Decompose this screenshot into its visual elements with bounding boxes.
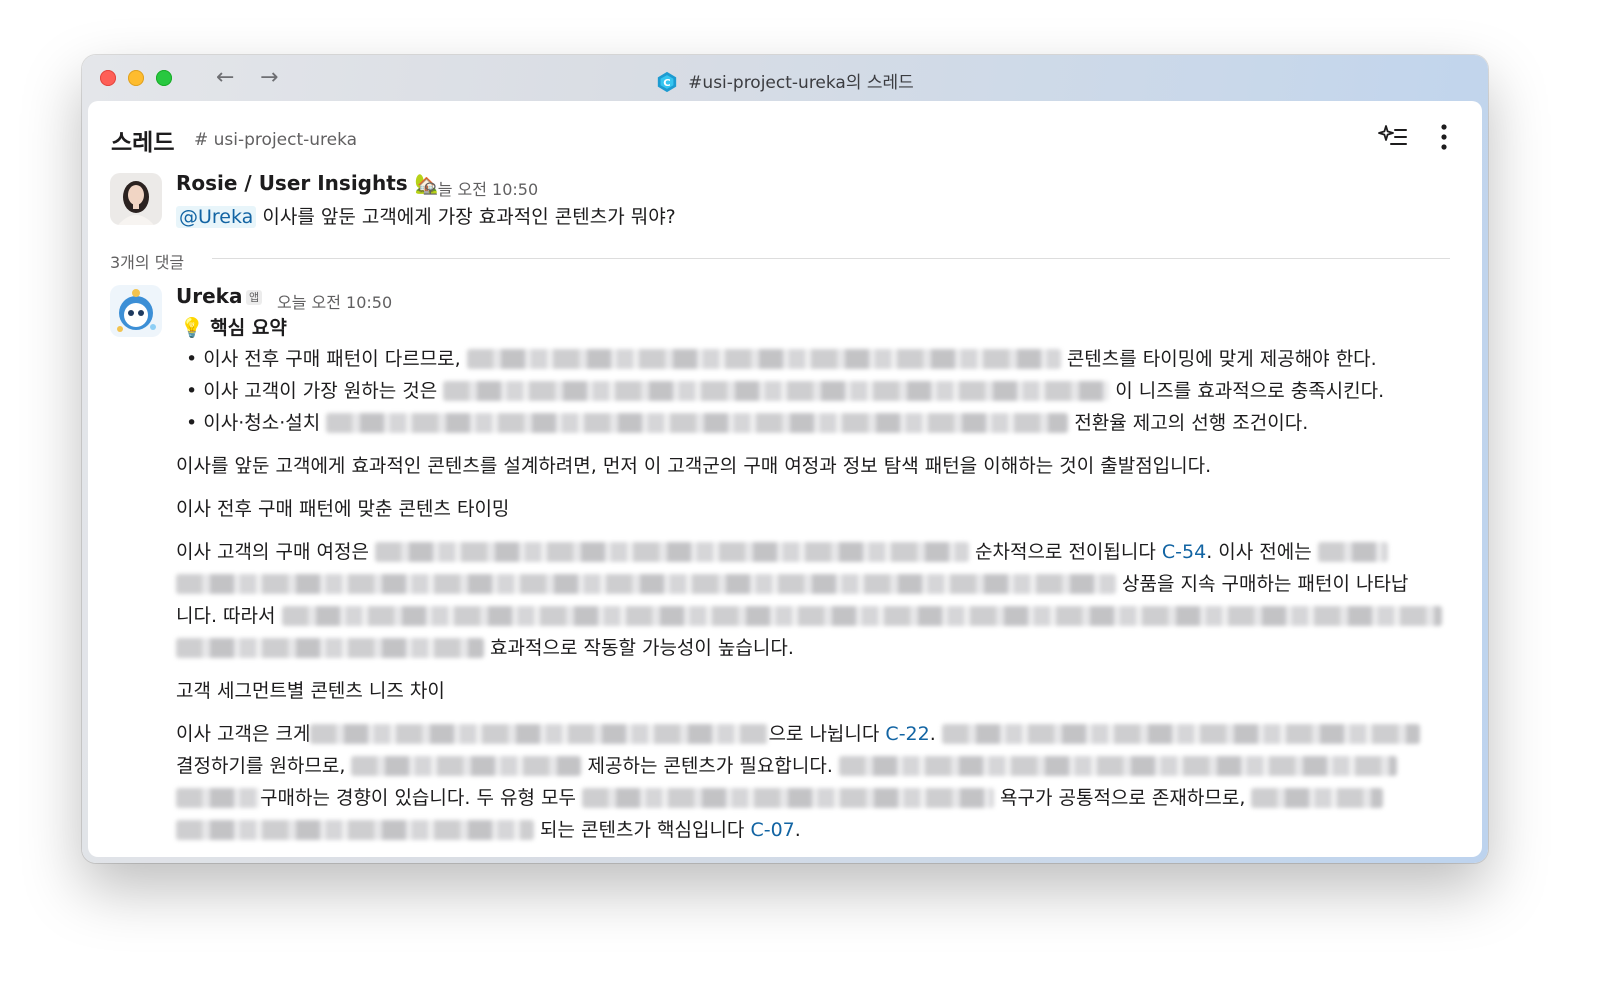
redacted-text (374, 542, 969, 562)
message-text: 이사를 앞둔 고객에게 가장 효과적인 콘텐츠가 뭐야? (262, 206, 676, 228)
text-run: 순차적으로 전이됩니다 (975, 541, 1156, 563)
slack-diamond-icon: C (658, 71, 677, 93)
message-author[interactable]: Rosie / User Insights 🏡 (176, 171, 438, 195)
redacted-text (281, 606, 1442, 626)
redacted-text (310, 724, 769, 744)
redacted-text (838, 756, 1397, 776)
app-window: ← → C #usi-project-ureka의 스레드 스레드 # usi-… (82, 55, 1488, 863)
text-run: . 이사 전에는 (1206, 541, 1312, 563)
paragraph-line: 결정하기를 원하므로, 제공하는 콘텐츠가 필요합니다. (176, 753, 1397, 779)
redacted-text (466, 349, 1061, 369)
reply-timestamp[interactable]: 오늘 오전 10:50 (277, 289, 392, 313)
citation-link[interactable]: C-54 (1162, 541, 1206, 563)
svg-text:C: C (663, 78, 670, 89)
title-bar: ← → C #usi-project-ureka의 스레드 (82, 55, 1488, 101)
bullet-dot: • (186, 348, 198, 370)
text-run: 제공하는 콘텐츠가 필요합니다. (587, 755, 833, 777)
section-heading-timing: 이사 전후 구매 패턴에 맞춘 콘텐츠 타이밍 (176, 498, 510, 520)
author-name: Rosie / User Insights (176, 171, 408, 195)
paragraph-line: 이사 고객은 크게 으로 나뉩니다 C-22. (176, 721, 1420, 747)
paragraph-line: 이사 고객의 구매 여정은 순차적으로 전이됩니다 C-54. 이사 전에는 (176, 539, 1388, 565)
text-run: 니다. 따라서 (176, 605, 276, 627)
redacted-text (326, 413, 1069, 433)
summary-heading: 💡 핵심 요약 (180, 315, 287, 341)
paragraph-line: 효과적으로 작동할 가능성이 높습니다. (176, 635, 794, 661)
redacted-text (941, 724, 1420, 744)
bullet-dot: • (186, 380, 198, 402)
reply-author[interactable]: Ureka (176, 284, 242, 308)
redacted-text (581, 788, 994, 808)
text-run: . (929, 723, 936, 745)
paragraph-line: 니다. 따라서 (176, 603, 1442, 629)
summary-bullet-3: • 이사·청소·설치 전환율 제고의 선행 조건이다. (186, 410, 1308, 436)
bullet-text: 이사 전후 구매 패턴이 다르므로, (203, 348, 461, 370)
bullet-text: 이사 고객이 가장 원하는 것은 (203, 380, 438, 402)
redacted-text (1317, 542, 1388, 562)
summary-bullet-1: • 이사 전후 구매 패턴이 다르므로, 콘텐츠를 타이밍에 맞게 제공해야 한… (186, 346, 1377, 372)
thread-title: 스레드 (111, 130, 175, 156)
app-badge: 앱 (246, 290, 263, 305)
redacted-text (443, 381, 1110, 401)
redacted-text (1251, 788, 1384, 808)
sparkle-list-icon[interactable] (1378, 123, 1408, 149)
message-body: @Ureka 이사를 앞둔 고객에게 가장 효과적인 콘텐츠가 뭐야? (176, 204, 676, 230)
reply-count: 3개의 댓글 (110, 253, 185, 272)
summary-title: 핵심 요약 (210, 317, 287, 339)
bullet-text: 전환율 제고의 선행 조건이다. (1074, 412, 1309, 434)
avatar-rosie[interactable] (110, 173, 162, 225)
reply-divider (212, 258, 1450, 259)
redacted-text (176, 574, 1116, 594)
paragraph-line: 상품을 지속 구매하는 패턴이 나타납 (176, 571, 1408, 597)
window-title: #usi-project-ureka의 스레드 (688, 73, 914, 93)
paragraph-line: 구매하는 경향이 있습니다. 두 유형 모두 욕구가 공통적으로 존재하므로, (176, 785, 1384, 811)
user-mention[interactable]: @Ureka (176, 206, 257, 228)
section-heading-segments: 고객 세그먼트별 콘텐츠 니즈 차이 (176, 680, 445, 702)
citation-link[interactable]: C-07 (750, 819, 794, 841)
avatar-ureka[interactable] (110, 285, 162, 337)
thread-channel-link[interactable]: # usi-project-ureka (194, 130, 357, 150)
redacted-text (176, 820, 534, 840)
text-run: . (794, 819, 801, 841)
intro-paragraph: 이사를 앞둔 고객에게 효과적인 콘텐츠를 설계하려면, 먼저 이 고객군의 구… (176, 455, 1212, 477)
message-timestamp[interactable]: 오늘 오전 10:50 (423, 176, 538, 200)
text-run: 이사 고객은 크게 (176, 723, 311, 745)
text-run: 효과적으로 작동할 가능성이 높습니다. (490, 637, 794, 659)
text-run: 욕구가 공통적으로 존재하므로, (1000, 787, 1246, 809)
text-run: 되는 콘텐츠가 핵심입니다 (540, 819, 745, 841)
redacted-text (176, 788, 260, 808)
text-run: 결정하기를 원하므로, (176, 755, 346, 777)
more-vertical-icon[interactable] (1438, 123, 1450, 151)
bullet-text: 이사·청소·설치 (203, 412, 321, 434)
paragraph-line: 되는 콘텐츠가 핵심입니다 C-07. (176, 817, 801, 843)
window-title-wrap: C #usi-project-ureka의 스레드 (82, 68, 1488, 93)
bullet-text: 콘텐츠를 타이밍에 맞게 제공해야 한다. (1066, 348, 1377, 370)
text-run: 구매하는 경향이 있습니다. 두 유형 모두 (260, 787, 576, 809)
redacted-text (176, 638, 484, 658)
redacted-text (351, 756, 582, 776)
text-run: 이사 고객의 구매 여정은 (176, 541, 369, 563)
bullet-text: 이 니즈를 효과적으로 충족시킨다. (1115, 380, 1385, 402)
citation-link[interactable]: C-22 (885, 723, 929, 745)
bullet-dot: • (186, 412, 198, 434)
lightbulb-icon: 💡 (180, 317, 204, 339)
text-run: 으로 나뉩니다 (768, 723, 880, 745)
text-run: 상품을 지속 구매하는 패턴이 나타납 (1122, 573, 1409, 595)
thread-panel: 스레드 # usi-project-ureka Rosie / User Ins (88, 101, 1482, 857)
summary-bullet-2: • 이사 고객이 가장 원하는 것은 이 니즈를 효과적으로 충족시킨다. (186, 378, 1384, 404)
